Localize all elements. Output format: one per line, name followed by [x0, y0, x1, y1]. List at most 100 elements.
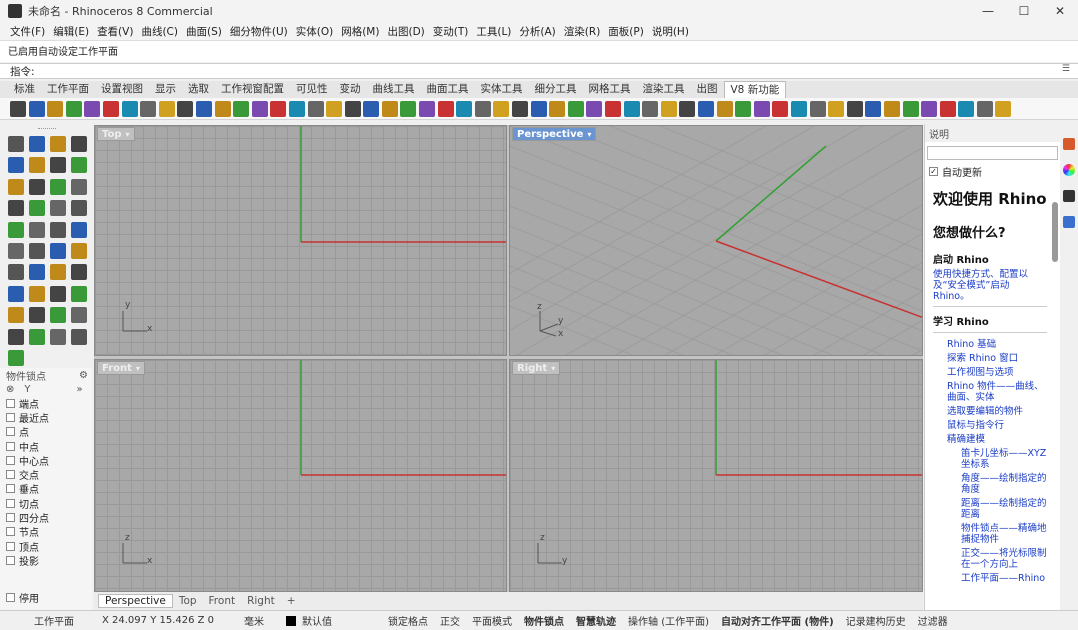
help-link[interactable]: 鼠标与指令行 — [933, 420, 1047, 431]
status-toggle[interactable]: 自动对齐工作平面 (物件) — [721, 613, 834, 628]
ribbon-tab-viewport-layout[interactable]: 工作视窗配置 — [215, 81, 290, 98]
checkbox-project[interactable] — [6, 555, 15, 565]
command-line[interactable]: 指令: ☰ — [0, 63, 1078, 79]
help-link[interactable]: 选取要编辑的物件 — [933, 406, 1047, 417]
ribbon-tab-set-view[interactable]: 设置视图 — [95, 81, 149, 98]
curve-icon[interactable] — [660, 100, 677, 117]
new-file-icon[interactable] — [10, 100, 26, 117]
pan-icon[interactable] — [195, 100, 212, 117]
viewport-perspective[interactable]: z y x Perspective ▾ — [509, 125, 923, 356]
import-icon[interactable] — [84, 100, 101, 117]
select-arrow-icon[interactable] — [8, 136, 24, 152]
zoom-selected-icon[interactable] — [288, 100, 305, 117]
help-link[interactable]: 正交——将光标限制在一个方向上 — [933, 548, 1047, 570]
osnap-near[interactable]: 最近点 — [0, 410, 92, 425]
cylinder-icon[interactable] — [50, 200, 66, 217]
osnap-vertex[interactable]: 顶点 — [0, 539, 92, 554]
menu-help[interactable]: 说明(H) — [648, 24, 693, 39]
xray-icon[interactable] — [474, 100, 491, 117]
osnap-int[interactable]: 交点 — [0, 467, 92, 482]
gumball-icon[interactable] — [883, 100, 900, 117]
command-history-dropdown-icon[interactable]: ☰ — [1062, 64, 1070, 74]
undo-icon[interactable] — [158, 100, 175, 117]
paste-icon[interactable] — [140, 100, 157, 117]
view-tab-top[interactable]: Top — [173, 595, 203, 607]
menu-view[interactable]: 查看(V) — [93, 24, 137, 39]
dimension-icon[interactable] — [753, 100, 770, 117]
status-toggle[interactable]: 锁定格点 — [388, 613, 428, 628]
planar-surface-icon[interactable] — [71, 221, 87, 238]
save-icon[interactable] — [47, 100, 64, 117]
copy-tool-icon[interactable] — [29, 264, 45, 281]
checkbox-knot[interactable] — [6, 527, 15, 537]
osnap-project[interactable]: 投影 — [0, 553, 92, 568]
analyze-tool-icon[interactable] — [8, 328, 24, 345]
ribbon-tab-solid-tools[interactable]: 实体工具 — [475, 81, 529, 98]
viewport-front[interactable]: z x Front ▾ — [94, 359, 507, 592]
ribbon-tab-subd-tools[interactable]: 细分工具 — [529, 81, 583, 98]
lock-icon[interactable] — [549, 100, 566, 117]
status-toggle[interactable]: 平面模式 — [472, 613, 512, 628]
osnap-expand[interactable]: » — [77, 384, 83, 395]
toolbox-grip[interactable] — [38, 128, 56, 131]
ribbon-tab-render-tools[interactable]: 渲染工具 — [637, 81, 691, 98]
open-file-icon[interactable] — [28, 100, 45, 117]
ribbon-tab-transform[interactable]: 变动 — [334, 81, 367, 98]
unlock-icon[interactable] — [567, 100, 584, 117]
help-scrollbar-thumb[interactable] — [1052, 202, 1058, 262]
menu-curve[interactable]: 曲线(C) — [137, 24, 182, 39]
ribbon-tab-surface-tools[interactable]: 曲面工具 — [421, 81, 475, 98]
viewport-right[interactable]: z y Right ▾ — [509, 359, 923, 592]
hide-icon[interactable] — [512, 100, 529, 117]
light-icon[interactable] — [828, 100, 845, 117]
help-start-link[interactable]: 使用快捷方式、配置以及“安全模式”启动 Rhino。 — [933, 269, 1047, 302]
mirror-icon[interactable] — [8, 285, 24, 302]
menu-transform[interactable]: 变动(T) — [429, 24, 473, 39]
redo-icon[interactable] — [177, 100, 194, 117]
help-link[interactable]: 精确建模 — [933, 434, 1047, 445]
fillet-icon[interactable] — [29, 178, 45, 195]
filter-icon[interactable]: Y — [24, 384, 30, 395]
zoom-extents-icon[interactable] — [251, 100, 268, 117]
box-icon[interactable] — [8, 200, 24, 217]
copy-icon[interactable] — [121, 100, 138, 117]
chevron-down-icon[interactable]: ▾ — [587, 130, 591, 139]
split-icon[interactable] — [50, 285, 66, 302]
help-link[interactable]: Rhino 基础 — [933, 339, 1047, 350]
osnap-mid[interactable]: 中点 — [0, 439, 92, 454]
hatch-icon[interactable] — [50, 307, 66, 324]
ribbon-tab-mesh-tools[interactable]: 网格工具 — [583, 81, 637, 98]
scale-icon[interactable] — [71, 264, 87, 281]
point-icon[interactable] — [642, 100, 659, 117]
rectangle-icon[interactable] — [71, 157, 87, 174]
status-toggle[interactable]: 记录建构历史 — [846, 613, 906, 628]
help-link[interactable]: 工作视图与选项 — [933, 367, 1047, 378]
layer-icon[interactable] — [326, 100, 343, 117]
material-icon[interactable] — [809, 100, 826, 117]
zoom-icon[interactable] — [233, 100, 250, 117]
help-scrollbar[interactable] — [1052, 192, 1058, 612]
script-icon[interactable] — [995, 100, 1012, 117]
menu-subd[interactable]: 细分物件(U) — [226, 24, 292, 39]
ghosted-icon[interactable] — [456, 100, 473, 117]
menu-file[interactable]: 文件(F) — [6, 24, 49, 39]
sweep-icon[interactable] — [50, 221, 66, 238]
status-toggle[interactable]: 过滤器 — [918, 613, 948, 628]
rendered-icon[interactable] — [437, 100, 454, 117]
menu-panels[interactable]: 面板(P) — [604, 24, 648, 39]
viewport-label-right[interactable]: Right ▾ — [512, 361, 561, 375]
ribbon-tab-visibility[interactable]: 可见性 — [290, 81, 334, 98]
viewport-label-top[interactable]: Top ▾ — [97, 127, 135, 141]
help-link[interactable]: 物件锁点——精确地捕捉物件 — [933, 523, 1047, 545]
status-toggle[interactable]: 物件锁点 — [524, 613, 564, 628]
solid-icon[interactable] — [697, 100, 714, 117]
render-icon[interactable] — [790, 100, 807, 117]
osnap-tan[interactable]: 切点 — [0, 496, 92, 511]
status-layer[interactable]: 默认值 — [302, 613, 332, 628]
ribbon-tab-standard[interactable]: 标准 — [8, 81, 41, 98]
checkbox-end[interactable] — [6, 398, 15, 408]
checkbox-int[interactable] — [6, 470, 15, 480]
close-button[interactable]: ✕ — [1042, 0, 1078, 22]
options-icon[interactable] — [939, 100, 956, 117]
chevron-down-icon[interactable]: ▾ — [136, 364, 140, 373]
